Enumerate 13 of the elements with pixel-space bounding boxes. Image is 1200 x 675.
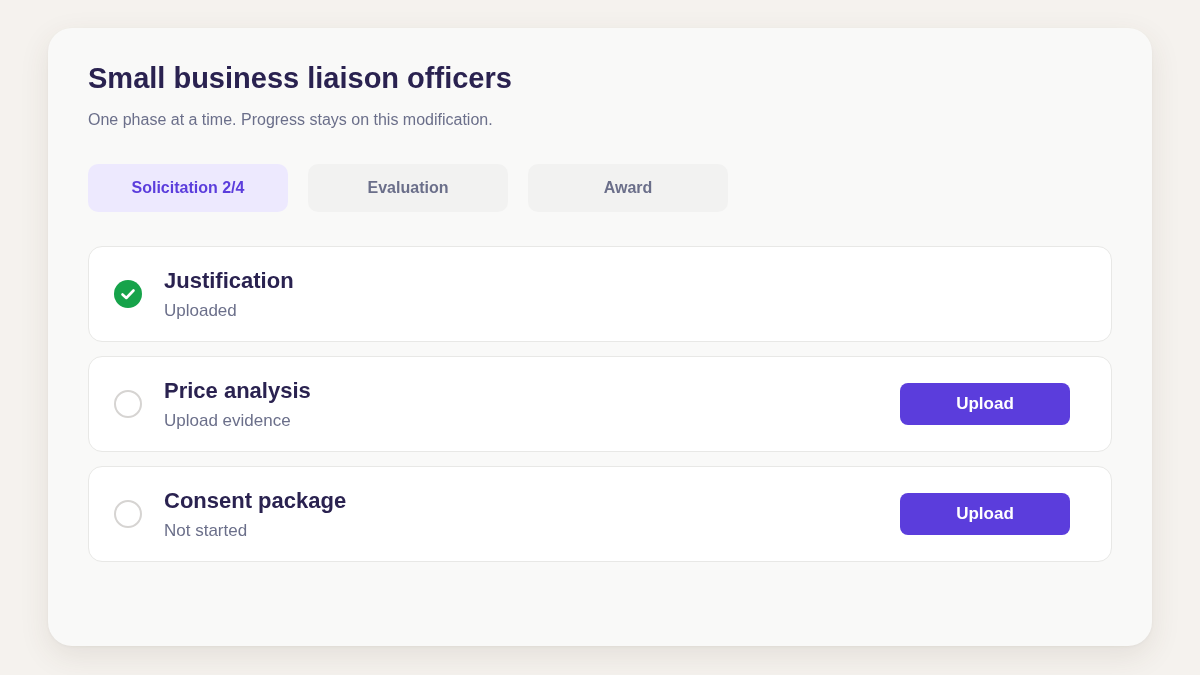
step-title: Consent package [164,486,348,515]
upload-button[interactable]: Upload [900,383,1070,425]
step-title: Justification [164,266,295,295]
phase-tab[interactable]: Award [528,164,728,212]
upload-button[interactable]: Upload [900,493,1070,535]
phase-tab[interactable]: Evaluation [308,164,508,212]
page-title: Small business liaison officers [88,61,513,96]
phase-tab[interactable]: Solicitation 2/4 [88,164,288,212]
step-title: Price analysis [164,376,312,405]
subtitle: One phase at a time. Progress stays on this modification. [88,110,494,130]
step-status: Not started [164,519,249,542]
step-status: Uploaded [164,299,238,322]
step-status: Upload evidence [164,409,292,432]
